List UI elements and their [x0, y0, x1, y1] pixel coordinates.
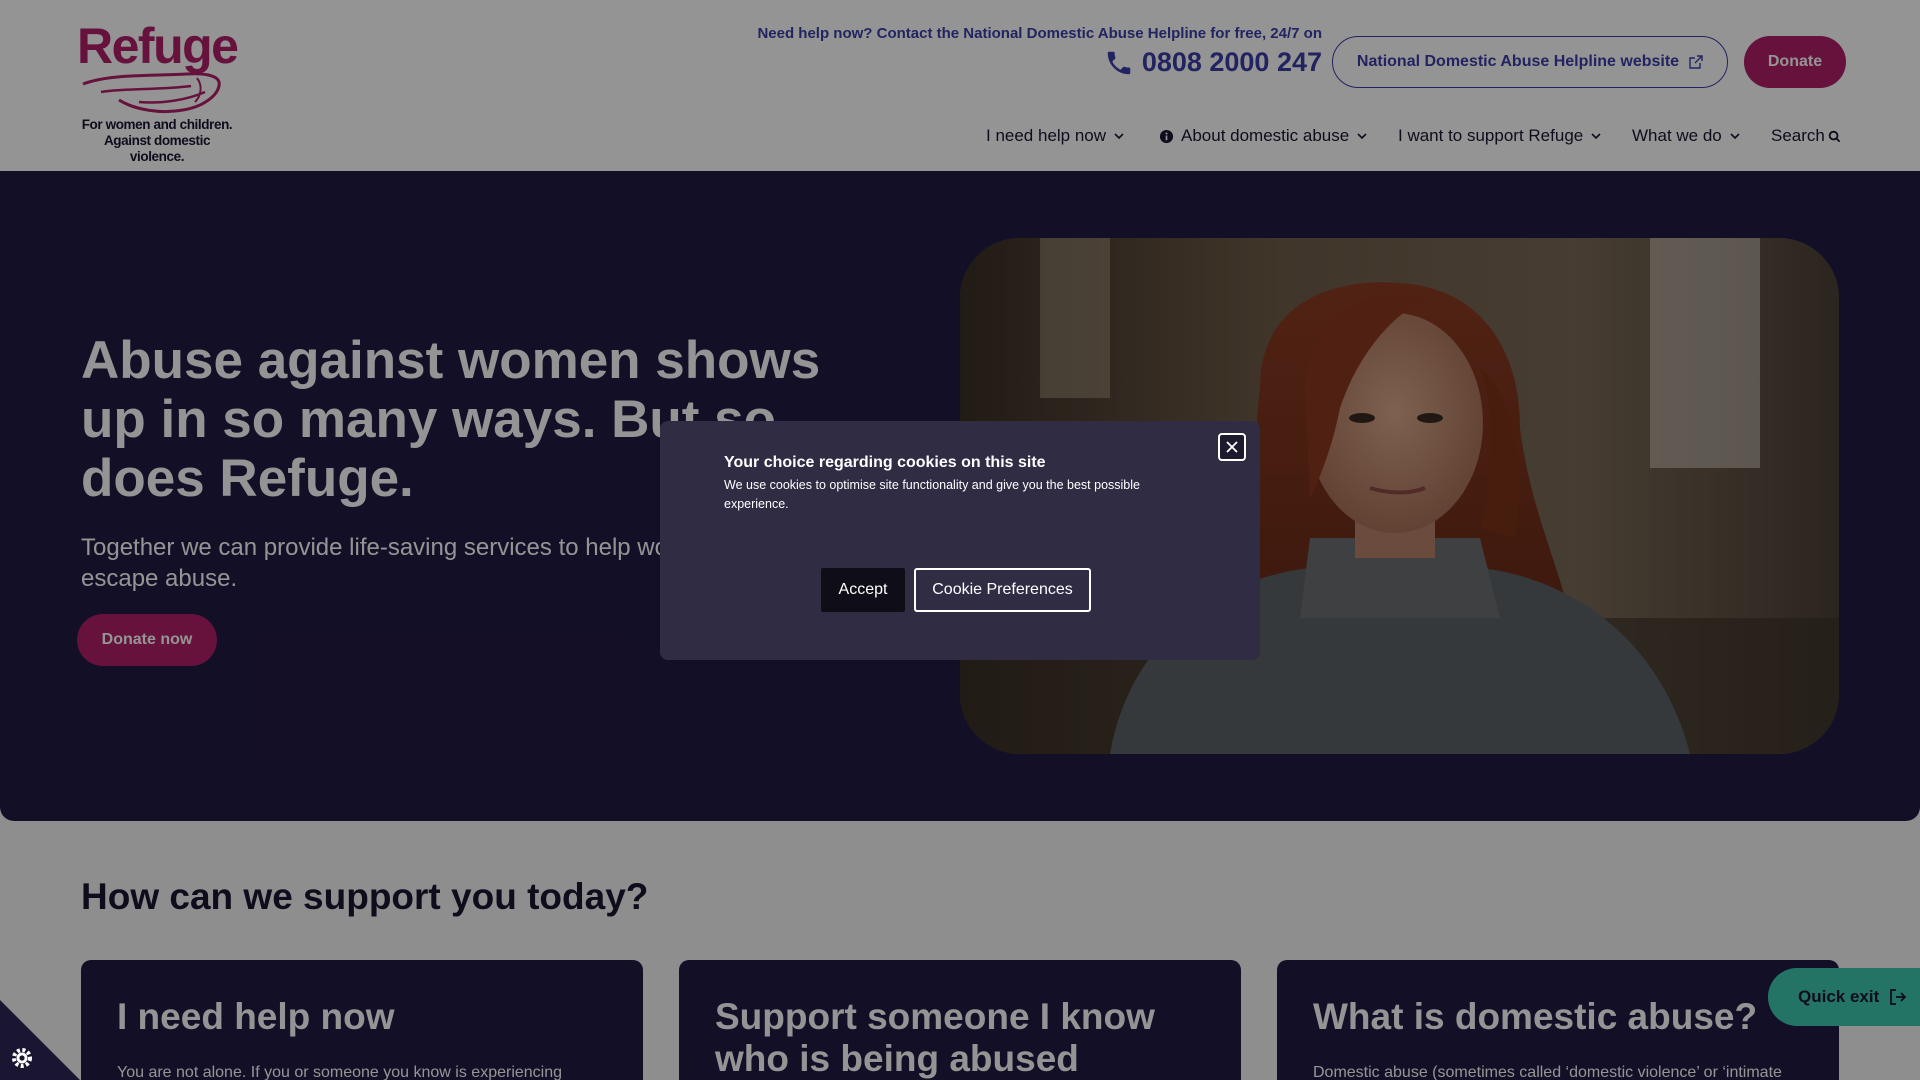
cookie-close-button[interactable] [1218, 433, 1246, 461]
cookie-settings-button[interactable] [0, 1000, 80, 1080]
cookie-body: We use cookies to optimise site function… [724, 478, 1140, 511]
cookie-title: Your choice regarding cookies on this si… [724, 454, 1046, 471]
cookie-dialog: Your choice regarding cookies on this si… [660, 421, 1260, 660]
close-icon [1226, 441, 1238, 453]
cookie-preferences-button[interactable]: Cookie Preferences [914, 568, 1091, 612]
cookie-accept-button[interactable]: Accept [821, 568, 905, 612]
